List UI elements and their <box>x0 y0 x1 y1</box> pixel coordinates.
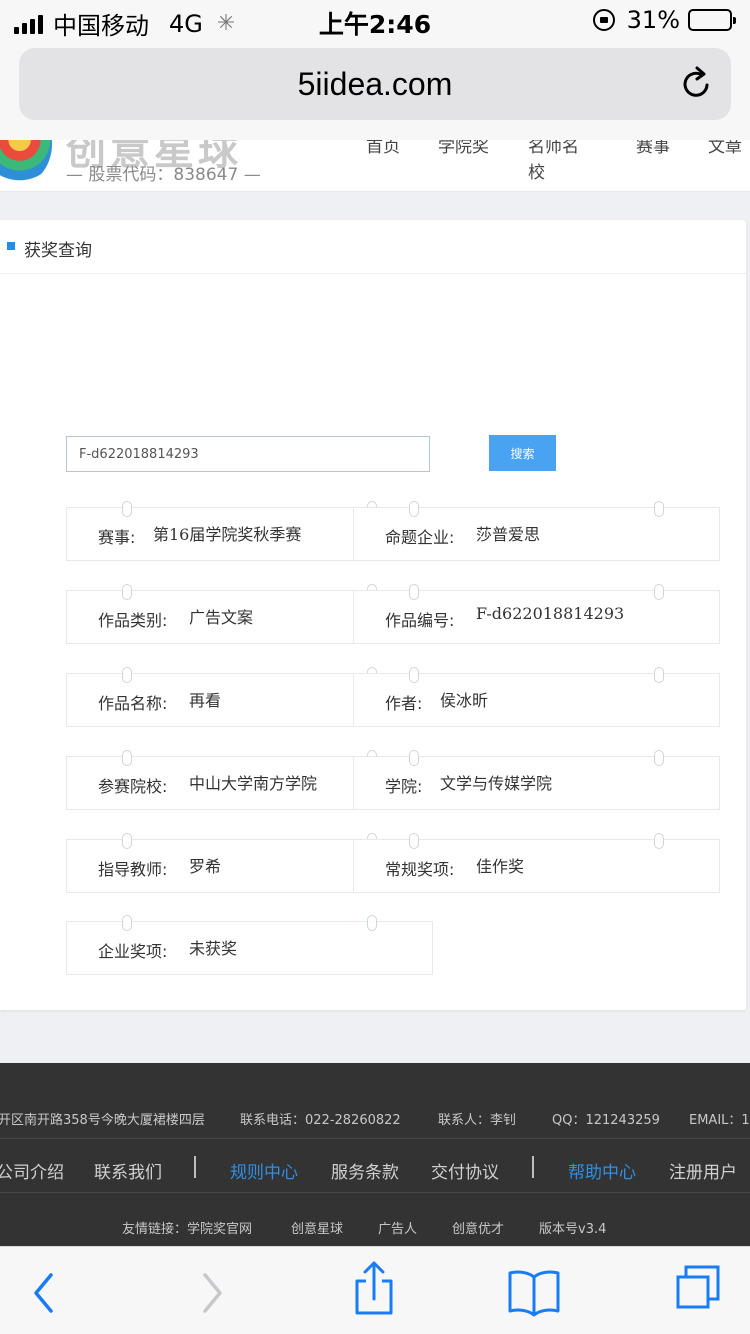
field-label-author: 作者: <box>385 694 423 713</box>
browser-toolbar <box>0 1246 750 1334</box>
field-value-regular-award: 佳作奖 <box>476 857 525 876</box>
site-header: 创意星球 — 股票代码：838647 — 首页 学院奖 名师名校 赛事 文章 <box>0 140 750 192</box>
field-value-author: 侯冰昕 <box>440 691 489 710</box>
field-value-school: 中山大学南方学院 <box>189 774 318 793</box>
share-icon[interactable] <box>344 1247 404 1334</box>
back-icon[interactable] <box>14 1247 74 1334</box>
field-label-college: 学院: <box>385 777 423 796</box>
pin-icon <box>122 584 132 600</box>
footer-friends-row: 友情链接：学院奖官网 创意星球 广告人 创意优才 版本号v3.4 <box>0 1193 750 1246</box>
field-label-category: 作品类别: <box>98 611 168 630</box>
field-label-regular-award: 常规奖项: <box>385 860 455 879</box>
footer-links-row: 公司介绍 联系我们 规则中心 服务条款 交付协议 帮助中心 注册用户 <box>0 1139 750 1193</box>
field-value-competition: 第16届学院奖秋季赛 <box>153 525 302 544</box>
address-bar[interactable]: 5iidea.com <box>19 48 731 120</box>
pin-icon <box>654 501 664 517</box>
nav-competitions[interactable]: 赛事 <box>636 140 690 160</box>
pin-icon <box>409 667 419 683</box>
footer-friend-link[interactable]: 广告人 <box>378 1218 417 1237</box>
field-label-school: 参赛院校: <box>98 777 168 796</box>
pin-icon <box>122 667 132 683</box>
footer-qq: QQ：121243259 <box>552 1113 660 1128</box>
site-logo[interactable] <box>0 140 52 186</box>
footer-link-contact-us[interactable]: 联系我们 <box>94 1158 162 1183</box>
footer-friend-link[interactable]: 创意优才 <box>452 1218 504 1237</box>
battery-percentage: 31% <box>626 6 680 34</box>
nav-home[interactable]: 首页 <box>366 140 420 160</box>
result-cell: 学院: 文学与传媒学院 <box>353 750 720 810</box>
browser-address-area: 5iidea.com <box>0 40 750 140</box>
pin-icon <box>122 750 132 766</box>
field-label-instructor: 指导教师: <box>98 860 168 879</box>
field-value-college: 文学与传媒学院 <box>440 774 553 793</box>
pin-icon <box>654 667 664 683</box>
footer-link-company-intro[interactable]: 公司介绍 <box>0 1158 64 1183</box>
search-input[interactable] <box>66 436 430 472</box>
footer-link-rules-center[interactable]: 规则中心 <box>230 1158 298 1183</box>
search-button[interactable]: 搜索 <box>489 435 556 471</box>
pin-icon <box>654 750 664 766</box>
orientation-lock-icon <box>592 9 615 31</box>
nav-articles[interactable]: 文章 <box>708 140 750 160</box>
footer-link-help-center[interactable]: 帮助中心 <box>568 1158 636 1183</box>
pin-icon <box>122 833 132 849</box>
field-label-competition: 赛事: <box>98 528 136 547</box>
reload-icon[interactable] <box>679 66 715 102</box>
field-label-work-title: 作品名称: <box>98 694 168 713</box>
nav-college-award[interactable]: 学院奖 <box>438 140 492 160</box>
field-value-work-number: F-d622018814293 <box>476 604 625 623</box>
pin-icon <box>122 501 132 517</box>
field-value-work-title: 再看 <box>189 691 222 710</box>
field-label-company-award: 企业奖项: <box>98 942 168 961</box>
award-query-panel: 获奖查询 搜索 赛事: 第16届学院奖秋季赛 命题企业: 莎普爱思 作品类别: … <box>0 220 746 1010</box>
field-label-company: 命题企业: <box>385 528 455 547</box>
result-cell: 命题企业: 莎普爱思 <box>353 501 720 561</box>
site-footer: 开区南开路358号今晚大厦裙楼四层 联系电话：022-28260822 联系人：… <box>0 1063 750 1246</box>
field-label-work-number: 作品编号: <box>385 611 455 630</box>
stock-code: — 股票代码：838647 — <box>66 165 261 185</box>
panel-header: 获奖查询 <box>0 220 746 274</box>
footer-divider <box>194 1156 196 1178</box>
field-value-instructor: 罗希 <box>189 857 222 876</box>
footer-email: EMAIL：1 <box>689 1113 750 1128</box>
result-cell: 常规奖项: 佳作奖 <box>353 833 720 893</box>
footer-phone: 联系电话：022-28260822 <box>240 1113 401 1128</box>
pin-icon <box>409 750 419 766</box>
result-cell: 企业奖项: 未获奖 <box>66 915 433 975</box>
result-cell: 作品编号: F-d622018814293 <box>353 584 720 644</box>
pin-icon <box>409 501 419 517</box>
field-value-category: 广告文案 <box>189 608 254 627</box>
bookmarks-icon[interactable] <box>504 1247 564 1334</box>
field-value-company-award: 未获奖 <box>189 939 238 958</box>
footer-contact-person: 联系人：李钊 <box>438 1113 517 1128</box>
pin-icon <box>367 915 377 931</box>
pin-icon <box>654 584 664 600</box>
pin-icon <box>409 833 419 849</box>
status-right: 31% <box>592 6 736 34</box>
pin-icon <box>122 915 132 931</box>
footer-link-register[interactable]: 注册用户 <box>669 1158 737 1183</box>
tabs-icon[interactable] <box>664 1247 724 1334</box>
footer-address: 开区南开路358号今晚大厦裙楼四层 <box>0 1113 205 1128</box>
title-marker-icon <box>7 242 15 250</box>
forward-icon[interactable] <box>182 1247 242 1334</box>
nav-famous-teachers[interactable]: 名师名校 <box>528 140 582 186</box>
result-cell: 作者: 侯冰昕 <box>353 667 720 727</box>
footer-friend-link[interactable]: 创意星球 <box>291 1218 343 1237</box>
battery-icon <box>688 9 736 31</box>
footer-version: 版本号v3.4 <box>539 1222 607 1237</box>
footer-divider <box>532 1156 534 1178</box>
status-bar: 中国移动 4G ✳ 上午2:46 31% <box>0 0 750 40</box>
footer-link-terms[interactable]: 服务条款 <box>331 1158 399 1183</box>
panel-title: 获奖查询 <box>24 241 92 261</box>
field-value-company: 莎普爱思 <box>476 525 541 544</box>
pin-icon <box>654 833 664 849</box>
url-text[interactable]: 5iidea.com <box>19 66 731 103</box>
pin-icon <box>409 584 419 600</box>
footer-contact-row: 开区南开路358号今晚大厦裙楼四层 联系电话：022-28260822 联系人：… <box>0 1063 750 1139</box>
footer-friend-link-official[interactable]: 友情链接：学院奖官网 <box>122 1218 252 1237</box>
footer-link-delivery-agreement[interactable]: 交付协议 <box>431 1158 499 1183</box>
